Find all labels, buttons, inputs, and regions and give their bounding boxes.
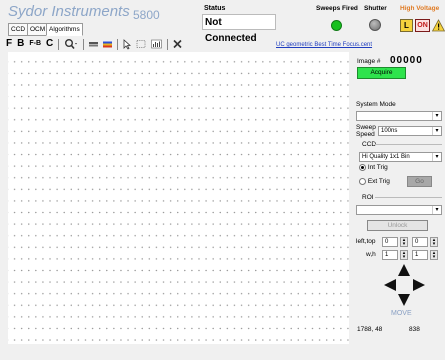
c-button[interactable]: C [46,38,53,50]
model-number: 5800 [133,8,160,22]
select-box-icon[interactable] [136,38,146,50]
front-button[interactable]: F [6,38,12,50]
arrow-right-icon[interactable] [412,278,426,292]
chevron-down-icon: ▾ [432,112,441,120]
sweeps-fired-indicator [331,20,342,31]
back-button[interactable]: B [17,38,24,50]
connection-status: Not Connected [202,14,276,44]
brand-title: Sydor Instruments [8,3,130,20]
group-divider [375,197,442,198]
chevron-down-icon: ▾ [432,206,441,214]
roi-width-spinner[interactable]: ▴ ▾ [400,250,408,260]
acquire-button[interactable]: Acquire [357,67,406,79]
int-trig-radio[interactable] [359,164,366,171]
shutter-label: Shutter [364,5,387,12]
hv-warning-icon [431,19,445,32]
toolbar-separator [167,38,169,50]
chevron-down-icon: ▾ [432,127,441,135]
left-top-label: left,top [356,238,376,245]
status-label: Status [204,5,226,12]
ccd-group-label: CCD [362,141,377,148]
color-bar-icon[interactable] [89,38,99,50]
ccd-quality-select[interactable]: Hi Quality 1x1 Bin ▾ [359,152,442,162]
roi-left-input[interactable]: 0 [382,237,398,247]
roi-height-input[interactable]: 1 [412,250,428,260]
int-trig-option[interactable]: Int Trig [359,164,388,171]
front-minus-back-button[interactable]: F-B [29,38,41,50]
arrow-down-icon[interactable] [397,293,411,307]
cursor-coords: 1788, 48 [357,326,383,333]
image-file-link[interactable]: UC geometric Best Time Focus.cent [276,42,372,48]
image-number: 00000 [390,55,423,66]
image-number-label: Image # [357,58,381,65]
roi-select[interactable]: ▾ [356,205,442,215]
sweeps-fired-label: Sweeps Fired [316,5,358,12]
tab-ocm[interactable]: OCM [27,23,49,36]
pointer-icon[interactable] [123,38,132,50]
sweep-speed-select[interactable]: 100ns ▾ [378,126,442,136]
roi-width-input[interactable]: 1 [382,250,398,260]
ext-trig-radio[interactable] [359,178,366,185]
pixel-value: 838 [409,326,420,333]
chevron-down-icon: ▾ [432,153,441,161]
shutter-indicator [369,19,381,31]
move-pad [383,263,427,309]
system-mode-label: System Mode [356,101,396,108]
toolbar-separator [58,38,60,50]
roi-height-spinner[interactable]: ▴ ▾ [430,250,438,260]
toolbar-separator [117,38,119,50]
zoom-icon[interactable] [64,38,78,50]
hv-on-button[interactable]: ON [415,19,430,32]
hv-low-button[interactable]: L [400,19,413,32]
ccd-quality-value: Hi Quality 1x1 Bin [362,154,410,160]
cross-icon[interactable] [173,38,182,50]
width-height-label: w,h [366,251,376,258]
sweep-speed-value: 100ns [381,128,398,134]
image-display[interactable] [8,52,349,344]
control-panel: Image # 00000 Acquire System Mode ▾ Swee… [353,50,445,342]
arrow-up-icon[interactable] [397,263,411,277]
high-voltage-label: High Voltage [400,5,440,12]
roi-group-label: ROI [362,194,374,201]
histogram-icon[interactable] [151,38,163,50]
roi-top-spinner[interactable]: ▴ ▾ [430,237,438,247]
group-divider [375,144,442,145]
palette-icon[interactable] [103,38,113,50]
move-label: MOVE [391,310,412,317]
toolbar: F B F-B C [6,38,187,50]
tab-ccd[interactable]: CCD [8,23,29,36]
ext-trig-option[interactable]: Ext Trig [359,178,390,185]
sweep-speed-label: Sweep Speed [356,124,376,138]
system-mode-select[interactable]: ▾ [356,111,442,121]
arrow-left-icon[interactable] [383,278,397,292]
toolbar-separator [83,38,85,50]
roi-top-input[interactable]: 0 [412,237,428,247]
roi-left-spinner[interactable]: ▴ ▾ [400,237,408,247]
tab-algorithms[interactable]: Algorithms [46,23,83,36]
go-button[interactable]: Go [407,176,432,187]
unlock-button[interactable]: Unlock [367,220,428,231]
